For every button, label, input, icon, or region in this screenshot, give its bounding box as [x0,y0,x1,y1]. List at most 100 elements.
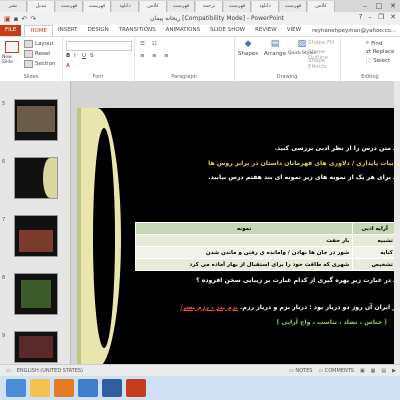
close-icon[interactable]: ✕ [390,13,396,21]
slide-thumbnail[interactable] [14,331,58,363]
literary-devices-table[interactable]: آرایه ادبی نمونه تشبیه بار خفت کنایه شور… [134,222,397,271]
word-icon[interactable] [102,379,122,397]
browser-tab[interactable]: کلاس [140,0,167,12]
table-header: نمونه [134,222,354,235]
language-indicator[interactable]: ENGLISH (UNITED STATES) [17,368,83,374]
start-icon[interactable] [6,379,26,397]
find-button[interactable]: ⌕ Find [366,40,382,47]
browser-tab[interactable]: فهرست [224,0,251,12]
new-slide-button[interactable]: New Slide [2,41,22,65]
question-1[interactable]: ۱ـ متن درس را از نظر ادبی بررسی کنید. [275,145,399,152]
font-group: B I U S A Font [62,37,135,81]
file-explorer-icon[interactable] [30,379,50,397]
firefox-icon[interactable] [54,379,74,397]
tab-review[interactable]: REVIEW [250,25,282,36]
align-left-icon[interactable]: ≡ [140,53,145,59]
minimize-icon[interactable]: – [368,13,372,21]
vertical-scrollbar[interactable] [394,81,400,364]
browser-icon[interactable] [78,379,98,397]
select-button[interactable]: ⬚ Select [366,58,390,64]
reset-button[interactable]: Reset [24,50,50,58]
close-icon[interactable]: ✕ [386,2,400,10]
paragraph-group: ☰ ☷ ≡ ≡ ≡ Paragraph [134,37,235,81]
replace-button[interactable]: ⇄ Replace [366,49,394,55]
arrange-button[interactable]: ▤ Arrange [264,39,286,57]
browser-tab[interactable]: ترجمه [196,0,223,12]
slide-thumbnail[interactable] [14,99,58,141]
table-cell: کنایه [352,246,397,259]
tab-transitions[interactable]: TRANSITIONS [114,25,161,36]
slide-number: 9 [2,333,6,339]
powerpoint-icon[interactable] [126,379,146,397]
browser-tab[interactable]: دانلود [252,0,279,12]
shapes-button[interactable]: ◆ Shapes [238,39,258,57]
layout-button[interactable]: Layout [24,40,54,48]
tab-file[interactable]: FILE [0,25,22,36]
spellcheck-icon[interactable]: ▭ [6,368,11,374]
section-button[interactable]: Section [24,60,55,68]
browser-tab[interactable]: کلاس [308,0,335,12]
maximize-icon[interactable]: □ [372,2,386,10]
question-2[interactable]: ۲ـ برای هر یک از نمونه های زیر نمونه ای … [208,174,399,181]
question-3[interactable]: ۳ـ در عبارت زیر بهره گیری از کدام عبارت … [196,277,399,284]
browser-tab[interactable]: دانلود [112,0,139,12]
example-sentence[interactable]: در ایران آن روز دو دربار بود : دربار بزم… [180,304,399,311]
browser-tab[interactable]: فهرست [280,0,307,12]
slide-thumbnail[interactable] [14,273,58,315]
bold-button[interactable]: B [66,53,70,59]
slideshow-icon[interactable]: ▶ [392,368,396,374]
tab-design[interactable]: DESIGN [83,25,114,36]
thumbnail-decoration [43,158,57,198]
undo-icon[interactable]: ↶ [21,15,27,23]
font-group-label: Font [92,74,104,80]
redo-icon[interactable]: ↷ [30,15,36,23]
paragraph-group-label: Paragraph [171,74,197,80]
reading-view-icon[interactable]: ▤ [381,368,386,374]
tab-animations[interactable]: ANIMATIONS [161,25,206,36]
slide-number: 6 [2,159,6,165]
table-header: آرایه ادبی [352,222,397,235]
tab-slide-show[interactable]: SLIDE SHOW [205,25,250,36]
replace-icon: ⇄ [366,49,371,55]
tab-insert[interactable]: INSERT [53,25,82,36]
shape-effects-button[interactable]: Shape Effects [308,58,340,70]
shape-fill-button[interactable]: Shape Fill [308,40,334,46]
slide-thumbnail[interactable] [14,157,58,199]
select-icon: ⬚ [366,58,372,64]
restore-icon[interactable]: ❐ [378,13,384,21]
browser-tab-strip: نشر تبدیل فهرست فهرست دانلود کلاس فهرست … [0,0,400,12]
normal-view-icon[interactable]: ▣ [360,368,365,374]
table-row: تشخیص شهری که طاقت خود را برای استقبال ا… [134,258,397,271]
minimize-icon[interactable]: – [358,2,372,10]
browser-tab[interactable]: نشر [0,0,27,12]
slide-thumbnail[interactable] [14,215,58,257]
bullets-icon[interactable]: ☰ [140,41,145,47]
underline-button[interactable]: U [82,53,86,59]
comments-button[interactable]: ▭ COMMENTS [318,368,354,374]
ribbon-tabs: FILE HOME INSERT DESIGN TRANSITIONS ANIM… [0,24,400,37]
slide-canvas[interactable]: ۱ـ متن درس را از نظر ادبی بررسی کنید. اد… [77,108,400,364]
tab-view[interactable]: VIEW [282,25,306,36]
save-icon[interactable]: ▪ [14,15,19,23]
new-slide-icon [5,41,19,53]
notes-button[interactable]: ▭ NOTES [289,368,312,374]
browser-tab[interactable]: فهرست [56,0,83,12]
align-right-icon[interactable]: ≡ [164,53,169,59]
font-name-box[interactable] [66,41,132,51]
shadow-button[interactable]: S [90,53,94,59]
tab-home[interactable]: HOME [24,24,54,37]
help-icon[interactable]: ? [359,13,363,21]
align-center-icon[interactable]: ≡ [152,53,157,59]
browser-tab[interactable]: فهرست [168,0,195,12]
numbering-icon[interactable]: ☷ [152,41,157,47]
editing-group: ⌕ Find ⇄ Replace ⬚ Select Editing [340,37,400,81]
browser-tab[interactable]: تبدیل [28,0,55,12]
browser-tab[interactable]: فهرست [84,0,111,12]
answer-options[interactable]: ( جناس ، تضاد ، تناسب ، واج آرایی ) [277,319,387,326]
font-color-button[interactable]: A [66,63,70,69]
user-account[interactable]: reyhanehpeyman@yahoo.co... [312,28,400,34]
answer-1[interactable]: ادبیات پایداری / دلاوری های قهرمانان داس… [208,160,399,167]
slide-sorter-icon[interactable]: ▦ [371,368,376,374]
example-sentence-text: در ایران آن روز دو دربار بود : دربار بزم… [237,304,399,311]
italic-button[interactable]: I [74,53,76,59]
